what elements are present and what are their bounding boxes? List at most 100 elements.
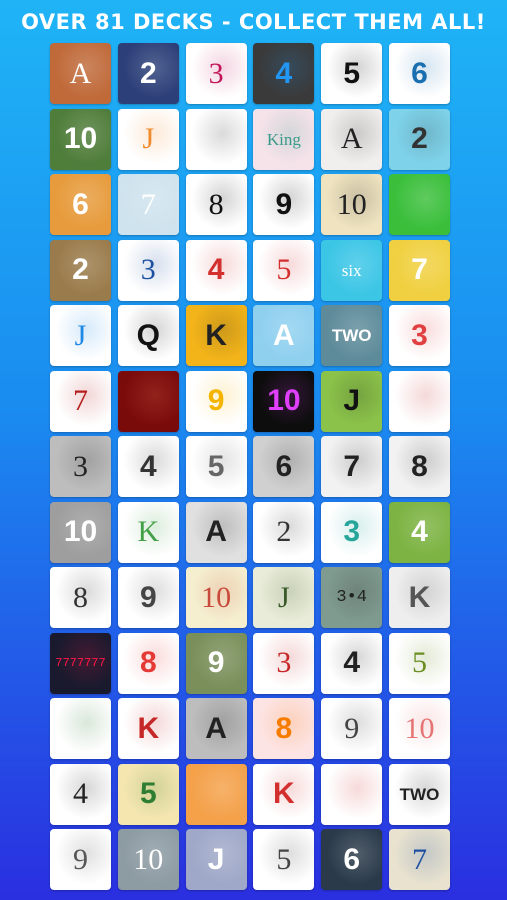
deck-tile[interactable]: 3 (185, 43, 247, 104)
deck-label: 6 (275, 449, 293, 483)
deck-tile[interactable] (388, 370, 450, 432)
deck-tile[interactable]: J (117, 108, 179, 170)
hand-icon (185, 763, 247, 825)
deck-tile[interactable]: 5 (253, 829, 315, 890)
deck-tile[interactable]: 6 (50, 174, 111, 235)
deck-tile[interactable] (117, 370, 179, 432)
deck-tile[interactable]: 10 (388, 698, 450, 759)
deck-tile[interactable]: 10 (50, 501, 111, 563)
deck-tile[interactable]: A (253, 305, 315, 366)
deck-tile[interactable]: 10 (185, 567, 247, 628)
deck-row: 10 K A 2 3 4 (50, 501, 450, 563)
deck-tile[interactable]: 3 (388, 305, 450, 366)
deck-tile[interactable]: 7 (50, 370, 111, 432)
deck-tile[interactable]: 3 (253, 632, 315, 694)
deck-tile[interactable]: 3 (50, 436, 111, 497)
deck-tile[interactable]: 2 (50, 239, 111, 301)
deck-tile[interactable]: 3 (321, 501, 383, 563)
deck-tile[interactable]: 4 (321, 632, 383, 694)
deck-tile[interactable]: 8 (50, 567, 111, 628)
deck-label: 4 (343, 646, 361, 679)
deck-label: 5 (276, 842, 292, 876)
deck-tile[interactable]: 7777777 (50, 632, 111, 694)
deck-label: 10 (404, 711, 435, 745)
deck-tile[interactable]: J (50, 305, 111, 366)
deck-tile[interactable]: 9 (321, 698, 383, 759)
deck-tile[interactable]: 3•4 (321, 567, 383, 628)
deck-tile[interactable]: A (185, 501, 247, 563)
deck-label: J (142, 122, 155, 155)
deck-tile[interactable]: 4 (50, 763, 111, 825)
deck-tile[interactable]: A (185, 698, 247, 759)
deck-tile[interactable]: 2 (117, 43, 179, 104)
deck-tile[interactable]: 5 (388, 632, 450, 694)
deck-label: J (74, 318, 87, 352)
heart-tattoo-icon (388, 370, 450, 432)
deck-tile[interactable]: 5 (321, 43, 383, 104)
deck-tile[interactable]: 4 (253, 43, 315, 104)
deck-tile[interactable]: 8 (117, 632, 179, 694)
deck-tile[interactable]: 9 (50, 829, 111, 890)
deck-tile[interactable]: 10 (321, 174, 383, 235)
deck-tile[interactable]: 8 (253, 698, 315, 759)
deck-tile[interactable]: 2 (388, 108, 450, 170)
deck-tile[interactable]: K (388, 567, 450, 628)
deck-tile[interactable] (185, 763, 247, 825)
deck-tile[interactable]: 6 (253, 436, 315, 497)
deck-tile[interactable]: TWO (321, 305, 383, 366)
deck-tile[interactable]: 5 (117, 763, 179, 825)
deck-tile[interactable]: 7 (388, 829, 450, 890)
deck-tile[interactable]: J (321, 370, 383, 432)
deck-tile[interactable]: six (321, 239, 383, 301)
deck-label: 6 (72, 187, 89, 221)
deck-tile[interactable]: 8 (388, 436, 450, 497)
deck-label: K (273, 777, 295, 810)
deck-tile[interactable]: 4 (185, 239, 247, 301)
deck-tile[interactable]: 9 (117, 567, 179, 628)
deck-label: 5 (343, 56, 361, 90)
deck-tile[interactable]: 5 (253, 239, 315, 301)
deck-tile[interactable]: 10 (117, 829, 179, 890)
deck-label: TWO (399, 784, 440, 804)
deck-tile[interactable]: 10 (50, 108, 111, 170)
deck-tile[interactable]: Q (117, 305, 179, 366)
deck-tile[interactable]: A (321, 108, 383, 170)
deck-row: A 2 3 4 5 6 (50, 43, 450, 104)
deck-tile[interactable]: 4 (117, 436, 179, 497)
deck-tile[interactable] (50, 698, 111, 759)
deck-tile[interactable]: 9 (253, 174, 315, 235)
deck-tile[interactable]: 4 (388, 501, 450, 563)
deck-label: 7 (140, 187, 156, 221)
deck-tile[interactable]: 7 (321, 436, 383, 497)
deck-tile[interactable]: 5 (185, 436, 247, 497)
deck-tile[interactable]: King (253, 108, 315, 170)
deck-label: 3 (140, 253, 156, 286)
deck-tile[interactable]: K (117, 501, 179, 563)
deck-tile[interactable] (388, 174, 450, 235)
deck-tile[interactable] (185, 108, 247, 170)
deck-tile[interactable]: J (253, 567, 315, 628)
deck-tile[interactable]: 6 (321, 829, 383, 890)
deck-label: 7 (411, 842, 427, 876)
deck-tile[interactable]: 9 (185, 632, 247, 694)
deck-tile[interactable]: 9 (185, 370, 247, 432)
deck-label: 4 (73, 777, 88, 810)
deck-tile[interactable]: TWO (388, 763, 450, 825)
deck-tile[interactable]: K (185, 305, 247, 366)
deck-tile[interactable]: 6 (388, 43, 450, 104)
deck-tile[interactable] (321, 763, 383, 825)
deck-tile[interactable]: 8 (185, 174, 247, 235)
deck-tile[interactable]: A (50, 43, 111, 104)
deck-label: 9 (139, 580, 157, 614)
deck-tile[interactable]: 7 (117, 174, 179, 235)
deck-tile[interactable]: K (253, 763, 315, 825)
deck-label: 7 (73, 384, 88, 417)
deck-tile[interactable]: 2 (253, 501, 315, 563)
deck-tile[interactable]: 10 (253, 370, 315, 432)
deck-label: K (137, 711, 160, 745)
deck-tile[interactable]: K (117, 698, 179, 759)
sushi-icon (321, 763, 383, 825)
deck-tile[interactable]: 3 (117, 239, 179, 301)
deck-tile[interactable]: J (185, 829, 247, 890)
deck-tile[interactable]: 7 (388, 239, 450, 301)
